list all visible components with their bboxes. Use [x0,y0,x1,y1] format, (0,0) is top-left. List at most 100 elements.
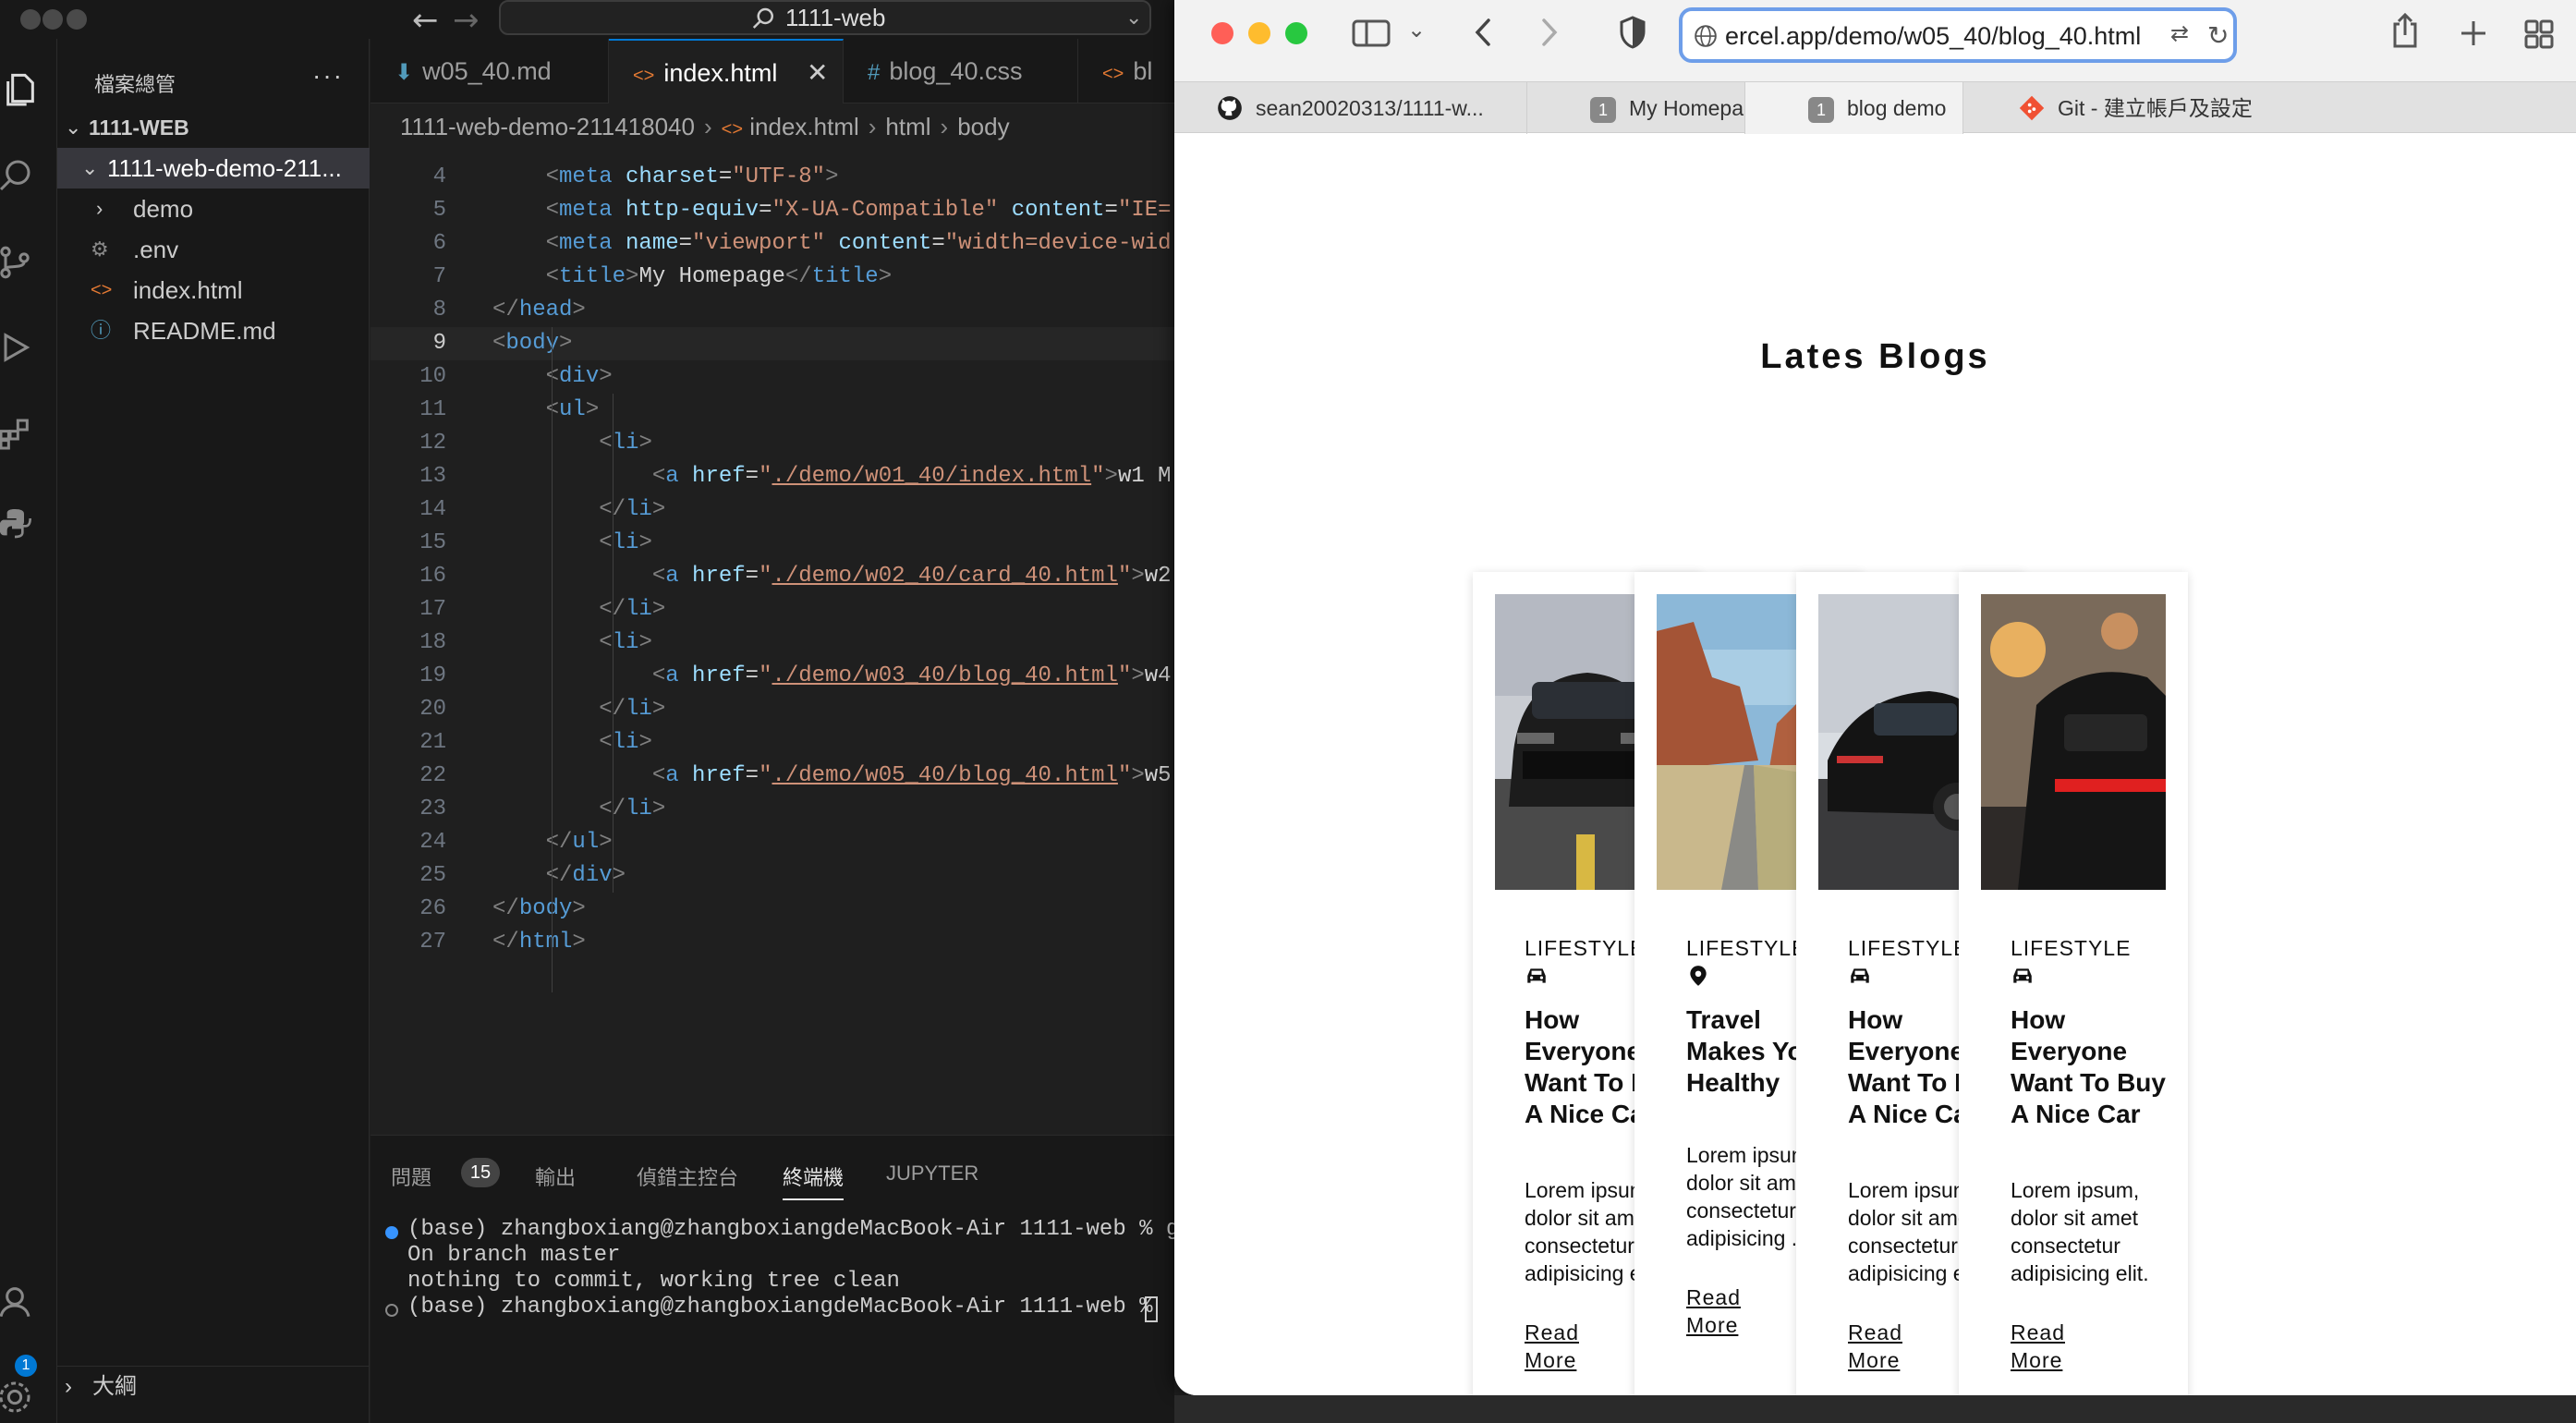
address-bar[interactable]: ercel.app/demo/w05_40/blog_40.html ⇄ ↻ [1679,7,2237,63]
code-token: = [718,164,733,189]
code-line[interactable]: 6 <meta name="viewport" content="width=d… [371,227,1174,261]
breadcrumb-file[interactable]: index.html [749,113,859,140]
read-more-link[interactable]: Read More [1848,1319,1959,1374]
code-line[interactable]: 22 <a href="./demo/w05_40/blog_40.html">… [371,760,1174,793]
minimize-window-button[interactable] [43,9,63,30]
extensions-icon[interactable] [0,416,33,453]
code-line[interactable]: 11 <ul> [371,394,1174,427]
forward-chevron-icon[interactable] [1538,17,1561,48]
outline-section[interactable]: › 大綱 [57,1366,370,1406]
code-line[interactable]: 15 <li> [371,527,1174,560]
project-folder[interactable]: ⌄ 1111-web-demo-211... [57,148,370,189]
run-debug-icon[interactable] [0,329,33,366]
panel-tab-jupyter[interactable]: JUPYTER [886,1162,978,1186]
tree-item-demo[interactable]: › demo [57,189,370,229]
chevron-down-icon[interactable]: ⌄ [1407,17,1426,43]
tab-overview-icon[interactable] [2523,18,2555,50]
code-line[interactable]: 5 <meta http-equiv="X-UA-Compatible" con… [371,194,1174,227]
workspace-root[interactable]: ⌄ 1111-WEB [57,107,370,148]
sidebar-toggle-icon[interactable] [1352,18,1391,48]
tab-bl[interactable]: <> bl [1078,39,1174,103]
code-line[interactable]: 26 </body> [371,893,1174,926]
tab-blog-css[interactable]: # blog_40.css [844,39,1078,103]
code-line[interactable]: 8 </head> [371,294,1174,327]
code-line[interactable]: 12 <li> [371,427,1174,460]
accounts-icon[interactable] [0,1283,33,1320]
tab-git-docs[interactable]: Git - 建立帳戶及設定 [1963,82,2576,134]
zoom-window-button[interactable] [67,9,87,30]
code-text: </li> [492,793,665,826]
code-line[interactable]: 25 </div> [371,859,1174,893]
breadcrumb-html[interactable]: html [885,113,930,140]
code-line[interactable]: 19 <a href="./demo/w03_40/blog_40.html">… [371,660,1174,693]
line-number: 9 [432,331,446,356]
code-line[interactable]: 14 </li> [371,493,1174,527]
code-line[interactable]: 18 <li> [371,626,1174,660]
zoom-window-button[interactable] [1285,22,1307,44]
back-arrow-icon[interactable]: ← [412,2,439,39]
terminal-prompt[interactable]: (base) zhangboxiang@zhangboxiangdeMacBoo… [407,1295,1166,1320]
code-line[interactable]: 7 <title>My Homepage</title> [371,261,1174,294]
close-window-button[interactable] [20,9,41,30]
code-text: <a href="./demo/w05_40/blog_40.html">w5 [492,760,1172,793]
code-token: ./demo/w01_40/index.html [772,464,1092,489]
code-line[interactable]: 20 </li> [371,693,1174,726]
tab-my-homepage[interactable]: 1My Homepage [1527,82,1745,134]
panel-tab-terminal[interactable]: 終端機 [783,1162,844,1200]
code-token: "viewport" [692,231,839,256]
tree-item-index-html[interactable]: <> index.html [57,270,370,310]
tab-index-html[interactable]: <> index.html ✕ [609,39,844,103]
close-window-button[interactable] [1211,22,1233,44]
code-token: < [492,464,666,489]
code-token: title [811,264,879,289]
search-icon[interactable] [0,157,33,194]
panel-tab-problems[interactable]: 問題 [391,1162,431,1191]
code-line[interactable]: 17 </li> [371,593,1174,626]
line-number: 22 [419,763,446,788]
code-text: <a href="./demo/w03_40/blog_40.html">w4 [492,660,1172,693]
more-actions-icon[interactable]: ··· [312,61,344,91]
new-tab-icon[interactable] [2459,18,2488,48]
code-line[interactable]: 16 <a href="./demo/w02_40/card_40.html">… [371,560,1174,593]
tab-blog-demo[interactable]: 1 blog demo [1745,82,1963,134]
tab-github[interactable]: sean20020313/1111-w... [1174,82,1527,134]
code-line[interactable]: 23 </li> [371,793,1174,826]
panel-tab-debug-console[interactable]: 偵錯主控台 [637,1162,738,1191]
code-text: </li> [492,493,665,527]
chevron-down-icon[interactable]: ⌄ [1125,6,1142,30]
read-more-link[interactable]: Read More [1525,1319,1635,1374]
minimize-window-button[interactable] [1248,22,1270,44]
share-icon[interactable] [2390,11,2420,50]
code-token: </ [784,264,812,289]
tree-item-env[interactable]: ⚙ .env [57,229,370,270]
code-line[interactable]: 24 </ul> [371,826,1174,859]
gear-icon[interactable] [0,1379,33,1416]
explorer-icon[interactable] [2,72,39,109]
code-line[interactable]: 9 <body> [371,327,1174,360]
tree-item-readme[interactable]: ⓘ README.md [57,310,370,351]
breadcrumb-folder[interactable]: 1111-web-demo-211418040 [400,113,695,140]
forward-arrow-icon[interactable]: → [453,2,480,39]
translate-icon[interactable]: ⇄ [2170,20,2189,47]
code-line[interactable]: 10 <div> [371,360,1174,394]
code-line[interactable]: 27 </html> [371,926,1174,959]
panel-tab-output[interactable]: 輸出 [535,1162,576,1191]
read-more-link[interactable]: Read More [2011,1319,2121,1374]
read-more-link[interactable]: Read More [1686,1283,1797,1339]
tab-w05-md[interactable]: ⬇ w05_40.md [371,39,609,103]
code-line[interactable]: 21 <li> [371,726,1174,760]
code-token: href [692,763,746,788]
chevron-right-icon: › [96,197,103,220]
python-icon[interactable] [0,505,33,541]
code-editor[interactable]: 4 <meta charset="UTF-8"> 5 <meta http-equ… [371,161,1174,1020]
code-token: > [1131,663,1145,688]
breadcrumb-body[interactable]: body [957,113,1009,140]
code-token: > [1131,763,1145,788]
close-icon[interactable]: ✕ [807,41,828,103]
privacy-shield-icon[interactable] [1618,15,1647,50]
code-line[interactable]: 4 <meta charset="UTF-8"> [371,161,1174,194]
reload-icon[interactable]: ↻ [2207,20,2229,51]
back-chevron-icon[interactable] [1472,17,1494,48]
source-control-icon[interactable] [0,244,33,281]
code-line[interactable]: 13 <a href="./demo/w01_40/index.html">w1… [371,460,1174,493]
